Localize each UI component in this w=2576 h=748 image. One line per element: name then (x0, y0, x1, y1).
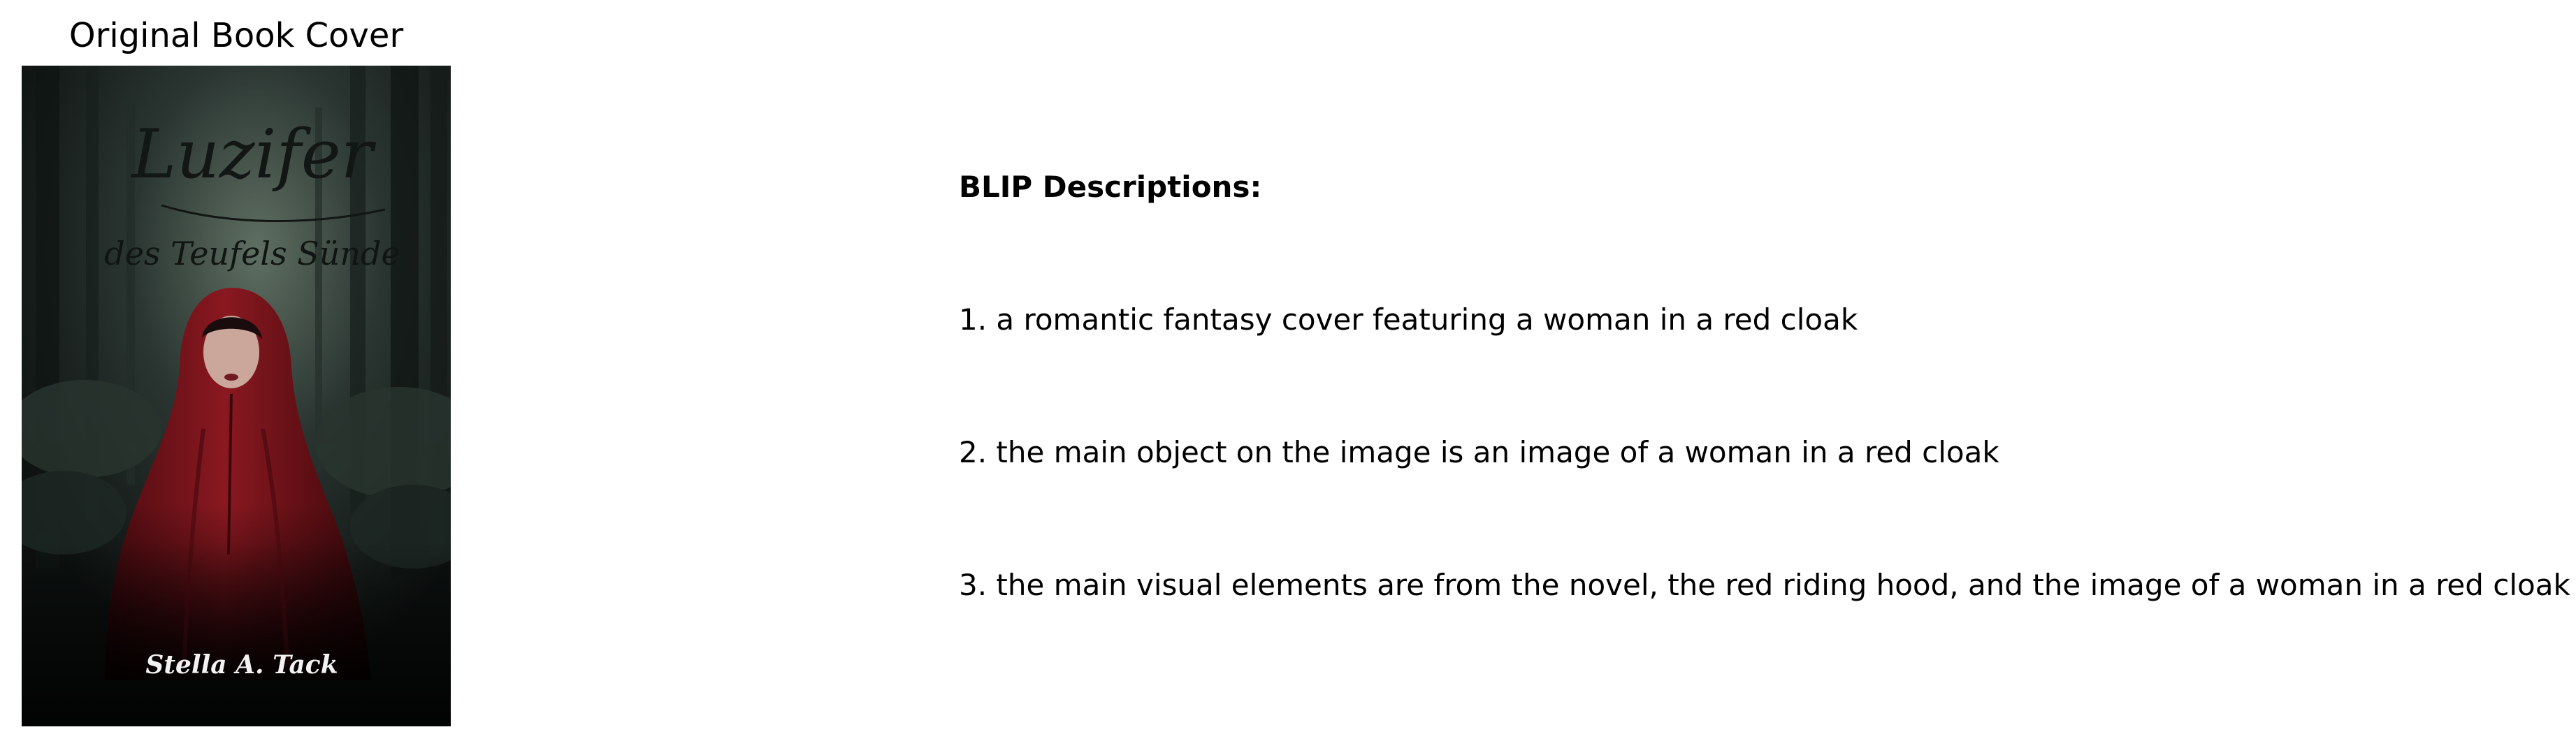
cover-book-author: Stella A. Tack (145, 650, 338, 680)
description-item-2: 2. the main object on the image is an im… (959, 435, 1999, 469)
descriptions-heading: BLIP Descriptions: (959, 170, 1262, 204)
cover-book-title: Luzifer (130, 115, 376, 193)
book-cover-image: Luzifer des Teufels Sünde Stella A. Tack (22, 66, 451, 726)
description-item-1: 1. a romantic fantasy cover featuring a … (959, 302, 1858, 337)
cover-panel-title: Original Book Cover (68, 16, 404, 55)
description-item-3: 3. the main visual elements are from the… (959, 568, 2570, 602)
cover-book-subtitle: des Teufels Sünde (104, 235, 400, 272)
